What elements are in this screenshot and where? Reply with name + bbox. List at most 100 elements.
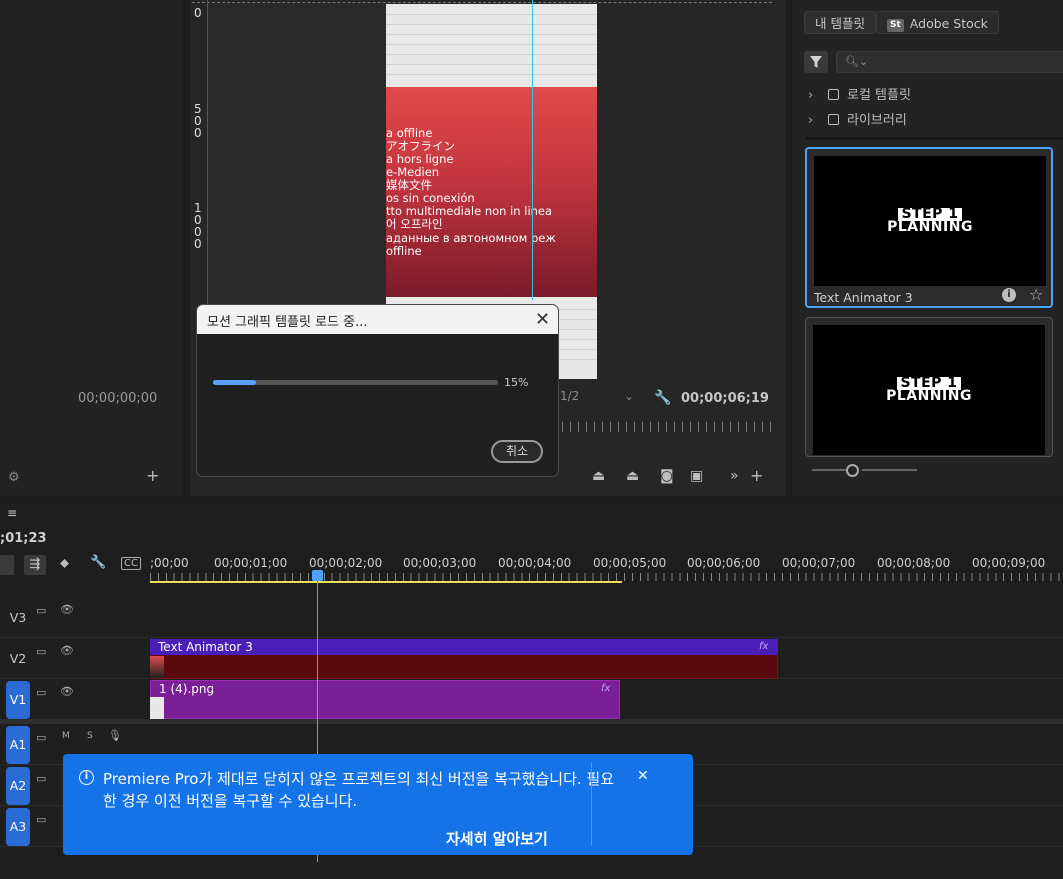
info-icon[interactable]: i: [1002, 288, 1016, 302]
captions-icon[interactable]: CC: [121, 557, 141, 570]
ruler-timecode: 00;00;02;00: [309, 556, 383, 570]
chevron-right-icon: ›: [808, 113, 814, 128]
search-input[interactable]: 🔍︎⌄: [836, 51, 1063, 73]
solo-icon[interactable]: S: [87, 731, 93, 741]
ruler-timecode: 00;00;07;00: [782, 556, 856, 570]
eye-icon[interactable]: 👁: [60, 644, 74, 657]
info-icon: i: [79, 770, 94, 785]
template-card[interactable]: STEP 1 PLANNING: [805, 317, 1053, 457]
film-icon[interactable]: ▭: [36, 731, 46, 744]
clip-title: 1 (4).png: [159, 682, 215, 696]
compare-icon[interactable]: ▣: [690, 468, 703, 484]
thumb-size-slider-knob[interactable]: [846, 464, 859, 477]
ruler-timecode: 00;00;01;00: [214, 556, 288, 570]
ruler-label: 5 0 0: [194, 102, 202, 140]
logo-line: PLANNING: [887, 219, 973, 235]
template-card-text-animator-3[interactable]: STEP 1 PLANNING Text Animator 3 i ☆: [805, 147, 1053, 308]
program-scrub-ticks[interactable]: [562, 422, 772, 432]
source-panel: 00;00;00;00 ⚙ +: [0, 0, 183, 496]
mute-icon[interactable]: M: [62, 731, 70, 741]
film-icon[interactable]: ▭: [36, 813, 46, 826]
track-name[interactable]: V1: [6, 681, 30, 719]
track-lane-v3[interactable]: [150, 598, 1063, 638]
wrench-icon[interactable]: 🔧: [90, 555, 106, 570]
thumb-size-slider-track: [812, 469, 846, 471]
film-icon[interactable]: ▭: [36, 645, 46, 658]
marker-icon[interactable]: ⬥: [60, 556, 69, 571]
track-header-v1: V1 ▭ 👁: [0, 680, 148, 720]
playhead-handle[interactable]: [312, 570, 323, 581]
loading-dialog: 모션 그래픽 템플릿 로드 중... ✕ 15% 취소: [196, 304, 559, 477]
camera-icon[interactable]: ◙: [660, 468, 674, 484]
premiere-window: 00;00;00;00 ⚙ + 0 5 0 0 1 0 0 0 a offlin…: [0, 0, 1063, 879]
ruler-timecode: ;00;00: [150, 556, 189, 570]
tree-item-label: 로컬 템플릿: [847, 88, 911, 103]
fx-badge[interactable]: fx: [759, 641, 768, 652]
notification-message: Premiere Pro가 제대로 닫히지 않은 프로젝트의 최신 버전을 복구…: [103, 770, 615, 810]
microphone-icon[interactable]: 🎙: [108, 729, 122, 742]
work-area-bar[interactable]: [150, 581, 622, 583]
clip-image[interactable]: [150, 680, 620, 719]
fx-badge[interactable]: fx: [601, 683, 610, 694]
tree-item-local-templates[interactable]: › 로컬 템플릿: [808, 86, 911, 106]
snap-icon[interactable]: [0, 555, 14, 575]
settings-icon[interactable]: ⚙: [8, 470, 20, 485]
track-name[interactable]: A2: [6, 767, 30, 805]
clip-thumbnail: [150, 656, 164, 678]
add-icon[interactable]: +: [146, 466, 159, 485]
close-icon[interactable]: ✕: [637, 768, 649, 784]
template-logo: STEP 1 PLANNING: [814, 207, 1046, 235]
video-audio-divider[interactable]: [0, 720, 1063, 724]
wrench-icon[interactable]: 🔧: [654, 390, 671, 406]
more-icon[interactable]: »: [730, 468, 739, 484]
tab-my-templates[interactable]: 내 템플릿: [804, 11, 876, 34]
film-icon[interactable]: ▭: [36, 604, 46, 617]
learn-more-link[interactable]: 자세히 알아보기: [446, 828, 548, 849]
track-header-v2: V2 ▭ 👁: [0, 639, 148, 679]
star-icon[interactable]: ☆: [1029, 285, 1043, 304]
timeline-tools: ⇶ ⬥ 🔧 CC: [0, 555, 148, 577]
checkbox[interactable]: [828, 114, 839, 125]
panel-menu-icon[interactable]: ≡: [7, 506, 17, 520]
clip-thumbnail: [150, 697, 164, 719]
progress-fill: [213, 380, 256, 385]
program-canvas: [208, 4, 386, 344]
source-timecode: 00;00;00;00: [78, 391, 158, 406]
lift-icon[interactable]: ⏏: [592, 468, 605, 484]
ruler-label: 1 0 0 0: [194, 201, 202, 251]
offline-red-block: a offline アオフライン a hors ligne e-Medien 媒…: [386, 87, 597, 297]
track-name[interactable]: V3: [6, 599, 30, 637]
tree-item-libraries[interactable]: › 라이브러리: [808, 111, 907, 131]
checkbox[interactable]: [828, 89, 839, 100]
extract-icon[interactable]: ⏏: [626, 468, 639, 484]
ruler-timecode: 00;00;03;00: [403, 556, 477, 570]
timeline-timecode[interactable]: ;01;23: [0, 531, 47, 546]
clip-title: Text Animator 3: [150, 639, 778, 655]
film-icon[interactable]: ▭: [36, 772, 46, 785]
eye-icon[interactable]: 👁: [60, 685, 74, 698]
filter-button[interactable]: [804, 51, 828, 73]
filter-icon: [810, 56, 822, 68]
divider: [806, 137, 1063, 140]
divider: [591, 762, 592, 846]
tab-adobe-stock[interactable]: St Adobe Stock: [876, 11, 999, 34]
film-icon[interactable]: ▭: [36, 686, 46, 699]
track-name[interactable]: A1: [6, 726, 30, 764]
cancel-button[interactable]: 취소: [491, 440, 543, 463]
left-ruler: 0 5 0 0 1 0 0 0: [192, 0, 208, 350]
add-icon[interactable]: +: [750, 466, 763, 485]
track-name[interactable]: V2: [6, 640, 30, 678]
eye-icon[interactable]: 👁: [60, 603, 74, 616]
template-thumbnail: STEP 1 PLANNING: [814, 156, 1046, 286]
chevron-right-icon: ›: [808, 88, 814, 103]
ruler-timecode: 00;00;09;00: [972, 556, 1046, 570]
ruler-timecode: 00;00;08;00: [877, 556, 951, 570]
ruler-ticks: [150, 573, 1063, 581]
guide-line: [532, 0, 533, 300]
dialog-title: 모션 그래픽 템플릿 로드 중...: [197, 305, 558, 334]
resolution-select[interactable]: 1/2 ⌄: [560, 389, 642, 407]
template-thumbnail: STEP 1 PLANNING: [813, 325, 1045, 455]
close-icon[interactable]: ✕: [535, 309, 550, 330]
linked-selection-icon[interactable]: ⇶: [24, 555, 46, 575]
track-name[interactable]: A3: [6, 808, 30, 846]
